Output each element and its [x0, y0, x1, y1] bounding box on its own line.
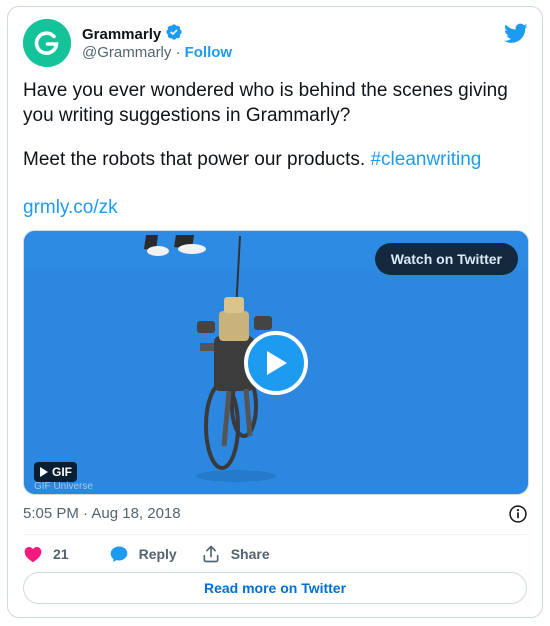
tweet-text-line1: Have you ever wondered who is behind the… — [23, 80, 508, 126]
separator-dot: · — [171, 44, 181, 61]
share-icon — [203, 545, 219, 563]
share-label: Share — [230, 546, 270, 562]
media-gif[interactable]: Watch on Twitter GIF GIF Universe — [23, 230, 529, 495]
watch-on-twitter-button[interactable]: Watch on Twitter — [374, 243, 518, 275]
author-name[interactable]: Grammarly — [82, 26, 161, 43]
play-button[interactable] — [244, 331, 308, 395]
tweet-text-line2: Meet the robots that power our products.… — [23, 147, 533, 172]
tweet-timestamp[interactable]: 5:05 PM · Aug 18, 2018 — [23, 505, 181, 522]
info-icon[interactable] — [508, 504, 528, 529]
tweet-text-body: Meet the robots that power our products. — [23, 149, 366, 170]
twitter-bird-icon[interactable] — [504, 21, 528, 50]
like-count: 21 — [53, 546, 69, 562]
play-small-icon — [40, 467, 48, 477]
reply-button[interactable]: Reply — [109, 544, 177, 564]
author-handle[interactable]: @Grammarly — [82, 44, 171, 61]
grammarly-logo-icon[interactable] — [23, 19, 71, 67]
play-icon — [267, 351, 287, 375]
like-button[interactable]: 21 — [23, 544, 69, 564]
author-name-row: Grammarly — [82, 23, 183, 46]
gif-badge-label: GIF — [52, 465, 72, 479]
gif-badge: GIF — [34, 462, 77, 482]
heart-icon — [24, 547, 42, 562]
divider — [23, 534, 527, 535]
read-more-button[interactable]: Read more on Twitter — [23, 572, 527, 604]
tweet-actions: 21 Reply Share — [23, 543, 294, 565]
tweet-url-link[interactable]: grmly.co/zk — [23, 195, 533, 220]
verified-badge-icon — [165, 23, 183, 46]
reply-label: Reply — [138, 546, 177, 562]
media-watermark: GIF Universe — [34, 481, 93, 492]
share-button[interactable]: Share — [201, 544, 270, 564]
hashtag-link[interactable]: #cleanwriting — [370, 149, 481, 170]
follow-button[interactable]: Follow — [185, 44, 233, 61]
tweet-card: Grammarly @Grammarly · Follow Have you e… — [7, 6, 543, 618]
reply-icon — [110, 546, 127, 562]
author-handle-row: @Grammarly · Follow — [82, 44, 232, 61]
